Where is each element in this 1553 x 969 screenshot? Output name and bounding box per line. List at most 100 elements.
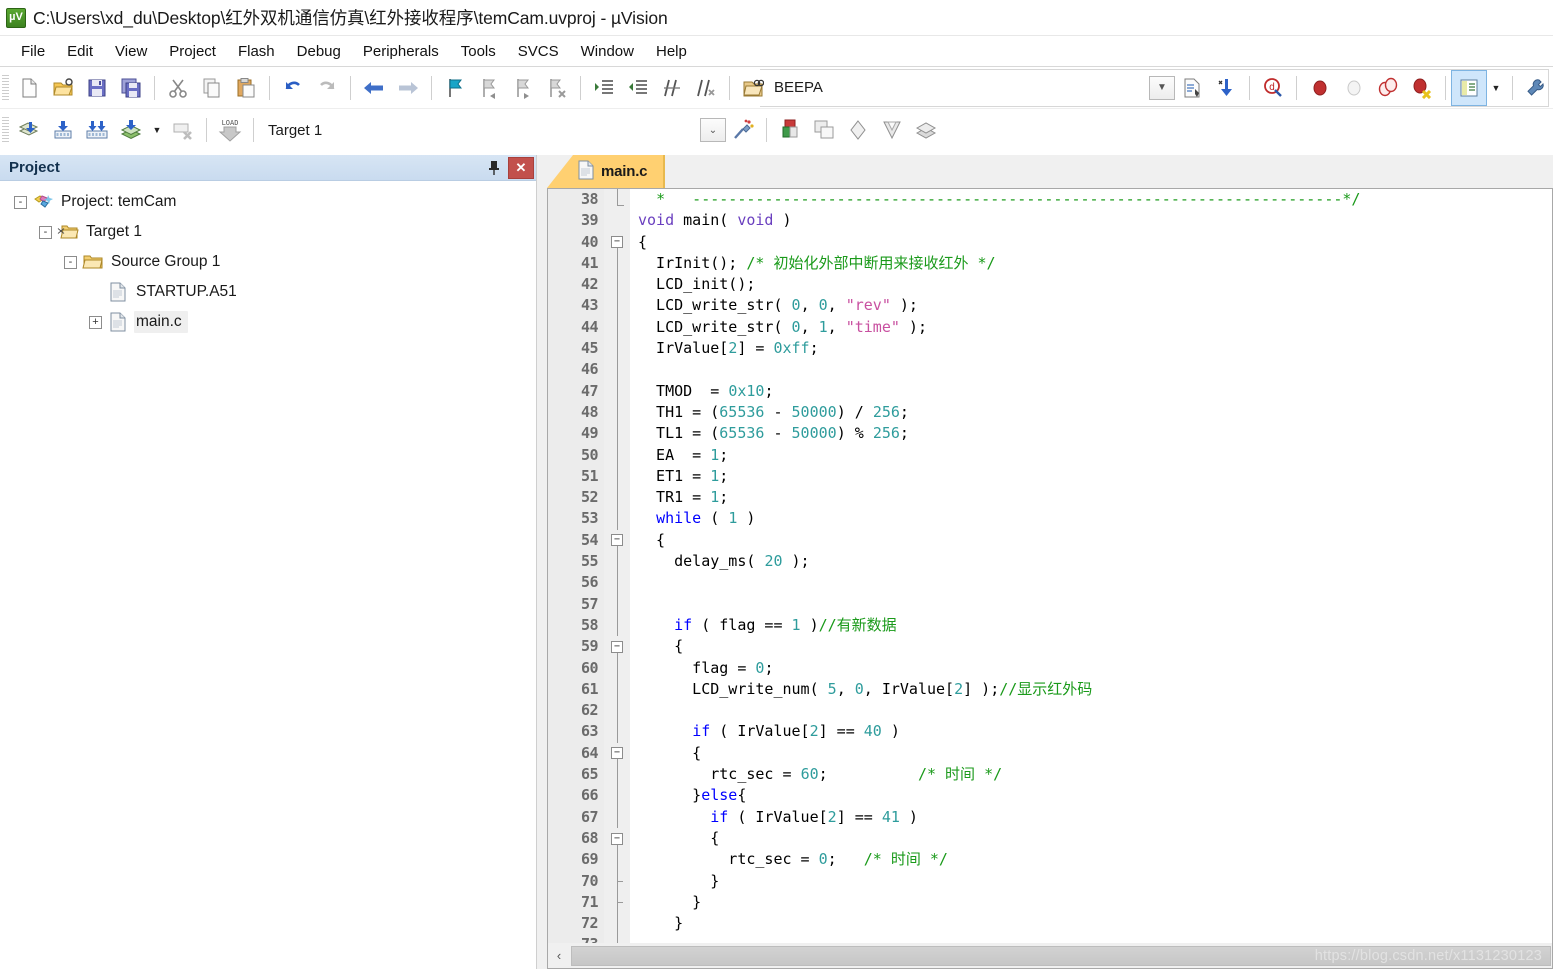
code-line[interactable]: TL1 = (65536 - 50000) % 256; [638,423,1552,444]
fold-cell[interactable]: − [604,743,630,765]
bookmark-clear-icon[interactable] [540,71,574,105]
code-line[interactable] [638,594,1552,615]
close-icon[interactable]: ✕ [508,156,534,179]
manage-project-items-icon[interactable] [773,113,807,147]
tree-item-target-1[interactable]: - Target 1 [0,217,536,247]
menu-item-window[interactable]: Window [570,40,645,63]
new-file-icon[interactable] [12,71,46,105]
menu-item-debug[interactable]: Debug [286,40,352,63]
breakpoint-insert-icon[interactable] [1303,71,1337,105]
collapse-icon[interactable]: - [39,225,52,239]
code-line[interactable] [638,934,1552,943]
code-line[interactable]: { [638,743,1552,764]
code-line[interactable]: delay_ms( 20 ); [638,551,1552,572]
code-line[interactable]: } [638,892,1552,913]
tree-item-source-group-1[interactable]: - Source Group 1 [0,247,536,277]
components-icon[interactable] [841,113,875,147]
code-editor[interactable]: 38 39 40 41 42 43 44 45 46 47 48 49 50 51 52 53 54 55 56 57… [547,188,1553,943]
collapse-icon[interactable]: - [64,255,77,269]
code-line[interactable]: LCD_write_str( 0, 0, "rev" ); [638,295,1552,316]
batch-build-dropdown-arrow[interactable]: ▼ [148,113,166,147]
undo-icon[interactable] [276,71,310,105]
code-line[interactable]: { [638,828,1552,849]
code-line[interactable]: LCD_init(); [638,274,1552,295]
bookmark-next-icon[interactable] [506,71,540,105]
toolbar-grip[interactable] [2,74,9,101]
code-line[interactable]: IrInit(); /* 初始化外部中断用来接收红外 */ [638,253,1552,274]
combo-dropdown-arrow[interactable]: ▼ [1149,75,1175,100]
code-line[interactable]: ET1 = 1; [638,466,1552,487]
code-text[interactable]: * --------------------------------------… [630,189,1552,943]
fold-gutter[interactable]: − − − − − [604,189,630,943]
build-icon[interactable] [46,113,80,147]
project-window-dropdown-arrow[interactable]: ▼ [1486,71,1506,105]
load-icon[interactable]: LOAD [213,113,247,147]
fold-cell[interactable]: − [604,530,630,552]
uncomment-icon[interactable] [689,71,723,105]
batch-build-icon[interactable] [114,113,148,147]
multi-project-icon[interactable] [807,113,841,147]
code-line[interactable]: rtc_sec = 0; /* 时间 */ [638,849,1552,870]
navigate-forward-icon[interactable] [391,71,425,105]
code-line[interactable] [638,359,1552,380]
stop-build-icon[interactable] [166,113,200,147]
project-tree[interactable]: - Project: temCam - Target 1 - Source Group 1… [0,181,536,969]
copy-icon[interactable] [195,71,229,105]
target-dropdown-arrow[interactable]: ⌄ [700,118,726,142]
configure-toolbar-icon[interactable] [1519,71,1553,105]
menu-item-help[interactable]: Help [645,40,698,63]
code-line[interactable]: EA = 1; [638,445,1552,466]
download-icon[interactable] [1209,71,1243,105]
menu-item-edit[interactable]: Edit [56,40,104,63]
fold-collapse-icon[interactable]: − [611,236,623,249]
open-project-icon[interactable] [736,71,770,105]
bookmark-prev-icon[interactable] [472,71,506,105]
indent-left-icon[interactable] [621,71,655,105]
fold-cell[interactable]: − [604,232,630,253]
menu-item-tools[interactable]: Tools [450,40,507,63]
code-line[interactable] [638,572,1552,593]
menu-item-peripherals[interactable]: Peripherals [352,40,450,63]
code-line[interactable]: }else{ [638,785,1552,806]
menu-item-view[interactable]: View [104,40,158,63]
code-line[interactable] [638,700,1552,721]
tree-item-startup-a51[interactable]: STARTUP.A51 [0,277,536,307]
comment-icon[interactable] [655,71,689,105]
fold-collapse-icon[interactable]: − [611,747,623,760]
fold-collapse-icon[interactable]: − [611,534,623,547]
tree-item-project-temcam[interactable]: - Project: temCam [0,187,536,217]
editor-tab-main-c[interactable]: main.c [573,155,664,188]
scrollbar-thumb[interactable] [571,945,1551,966]
fold-collapse-icon[interactable]: − [611,640,623,653]
code-line[interactable]: TMOD = 0x10; [638,381,1552,402]
code-line[interactable]: if ( IrValue[2] == 40 ) [638,721,1552,742]
project-window-icon[interactable] [1451,69,1487,106]
manage-run-time-icon[interactable] [909,113,943,147]
collapse-icon[interactable]: - [14,195,27,209]
code-line[interactable]: { [638,232,1552,253]
pack-installer-icon[interactable] [875,113,909,147]
menu-item-project[interactable]: Project [158,40,227,63]
code-line[interactable]: TH1 = (65536 - 50000) / 256; [638,402,1552,423]
cut-icon[interactable] [161,71,195,105]
target-options-icon[interactable] [726,113,760,147]
indent-right-icon[interactable] [587,71,621,105]
configure-debug-icon[interactable] [1175,71,1209,105]
navigate-back-icon[interactable] [357,71,391,105]
code-line[interactable]: * --------------------------------------… [638,189,1552,210]
fold-cell[interactable]: − [604,828,630,850]
code-line[interactable]: } [638,871,1552,892]
code-line[interactable]: flag = 0; [638,658,1552,679]
open-file-icon[interactable] [46,71,80,105]
breakpoint-kill-all-icon[interactable] [1405,71,1439,105]
code-line[interactable]: } [638,913,1552,934]
pin-icon[interactable] [483,157,505,179]
menu-item-svcs[interactable]: SVCS [507,40,570,63]
bookmark-toggle-icon[interactable] [438,71,472,105]
code-line[interactable]: { [638,530,1552,551]
code-line[interactable]: void main( void ) [638,210,1552,231]
code-line[interactable]: rtc_sec = 60; /* 时间 */ [638,764,1552,785]
paste-icon[interactable] [229,71,263,105]
menu-item-file[interactable]: File [10,40,56,63]
fold-cell[interactable]: − [604,636,630,658]
